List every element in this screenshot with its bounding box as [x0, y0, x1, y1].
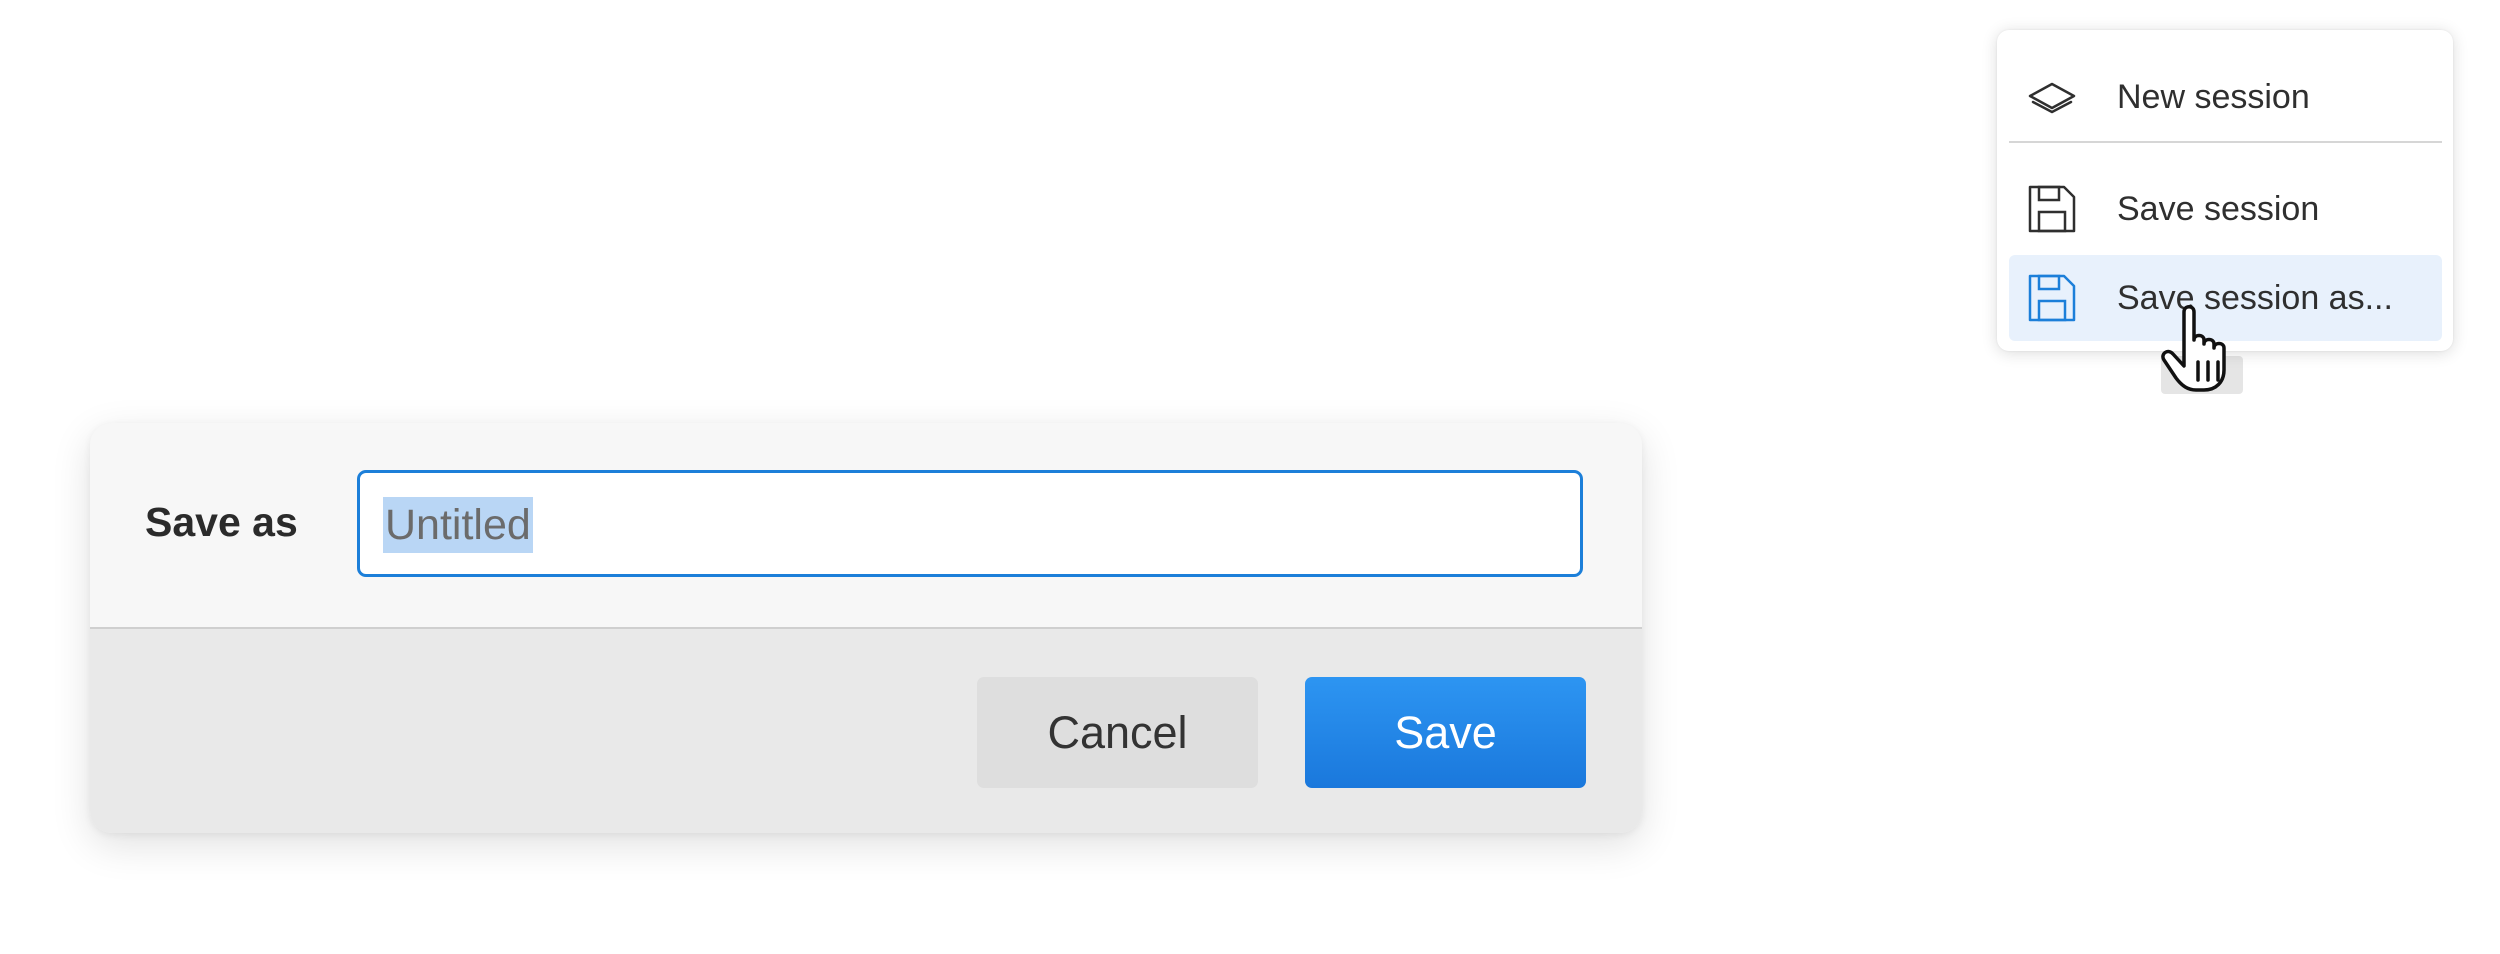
save-as-label: Save as — [145, 499, 298, 545]
floppy-disk-icon — [2027, 273, 2077, 323]
dialog-footer: Cancel Save — [90, 629, 1642, 833]
save-as-dialog: Save as Untitled Cancel Save — [90, 423, 1642, 833]
dialog-body: Save as Untitled — [90, 423, 1642, 627]
menu-item-save-session[interactable]: Save session — [2009, 168, 2442, 250]
selected-text: Untitled — [383, 497, 533, 553]
menu-divider — [2009, 141, 2442, 143]
layers-icon — [2027, 72, 2077, 122]
canvas: New session Save session Save session as… — [0, 0, 2500, 954]
menu-item-label: New session — [2117, 77, 2310, 116]
hand-cursor-icon — [2158, 300, 2248, 400]
menu-item-label: Save session — [2117, 189, 2320, 228]
session-name-input[interactable]: Untitled — [357, 470, 1583, 577]
cancel-button[interactable]: Cancel — [977, 677, 1258, 788]
menu-item-new-session[interactable]: New session — [2009, 56, 2442, 138]
floppy-disk-icon — [2027, 184, 2077, 234]
save-button[interactable]: Save — [1305, 677, 1586, 788]
